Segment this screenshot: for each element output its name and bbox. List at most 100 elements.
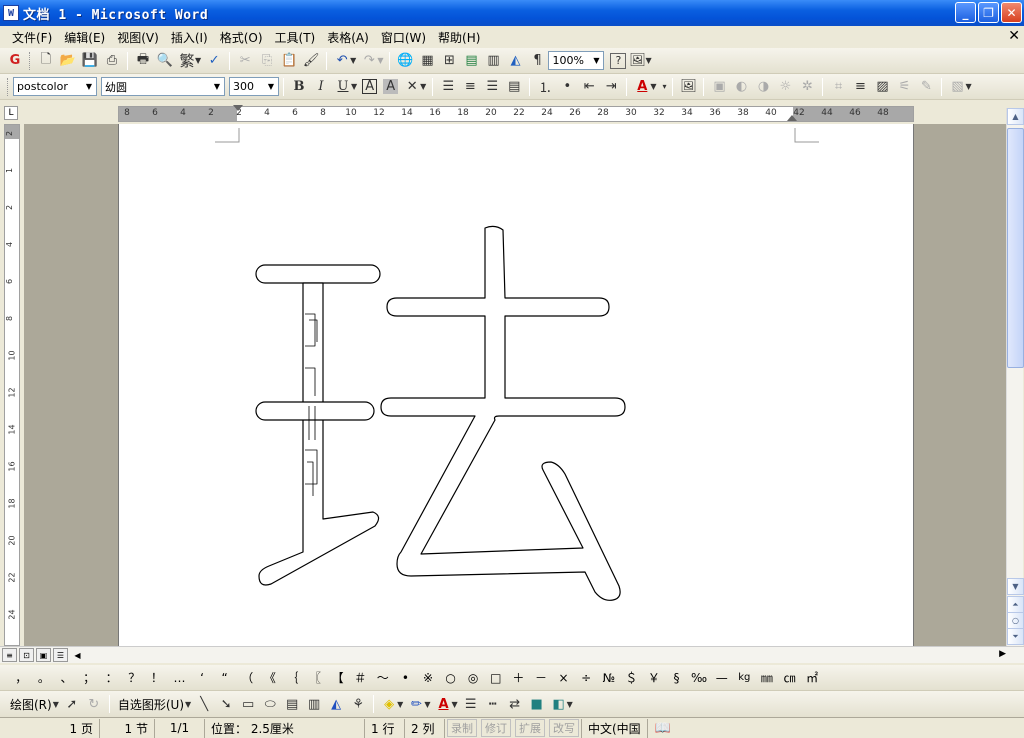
symbol-button[interactable]: № (597, 671, 620, 685)
less-brightness-icon[interactable]: ✲ (796, 76, 818, 98)
bold-button[interactable]: B (288, 76, 310, 98)
minimize-button[interactable]: _ (955, 2, 976, 23)
symbol-button[interactable]: 、 (55, 669, 78, 686)
menu-file[interactable]: 文件(F) (6, 29, 58, 46)
vertical-ruler[interactable]: 2 1 2 4 6 8 10 12 14 16 18 20 22 24 (4, 124, 20, 646)
scroll-left-button[interactable]: ◀ (70, 648, 85, 662)
symbol-button[interactable]: ㎡ (801, 669, 824, 686)
chevron-down-icon[interactable]: ▾ (662, 82, 666, 91)
help-icon[interactable]: ? (610, 52, 627, 69)
chevron-down-icon[interactable]: ▼ (397, 700, 403, 709)
menu-window[interactable]: 窗口(W) (375, 29, 432, 46)
symbol-button[interactable]: ＋ (507, 669, 530, 686)
chevron-down-icon[interactable]: ▼ (210, 78, 224, 95)
line-style-icon[interactable]: ≡ (849, 76, 871, 98)
chevron-down-icon[interactable]: ▼ (264, 78, 278, 95)
rectangle-icon[interactable]: ▭ (237, 693, 259, 715)
align-right-icon[interactable]: ☰ (481, 76, 503, 98)
line-icon[interactable]: ╲ (193, 693, 215, 715)
menu-tools[interactable]: 工具(T) (269, 29, 322, 46)
symbol-button[interactable]: — (710, 671, 733, 685)
vertical-text-box-icon[interactable]: ▥ (303, 693, 325, 715)
spelling-status-icon[interactable]: 📖 (652, 717, 674, 738)
status-track[interactable]: 修订 (481, 719, 511, 737)
align-center-icon[interactable]: ≡ (459, 76, 481, 98)
symbol-button[interactable]: • (394, 671, 417, 685)
symbol-button[interactable]: 【 (326, 669, 349, 686)
more-contrast-icon[interactable]: ◐ (730, 76, 752, 98)
symbol-button[interactable]: ㎜ (756, 669, 779, 686)
arrow-style-icon[interactable]: ⇄ (504, 693, 526, 715)
menu-view[interactable]: 视图(V) (111, 29, 165, 46)
close-document-icon[interactable]: ✕ (1008, 28, 1020, 44)
symbol-button[interactable]: ＄ (620, 669, 643, 686)
format-picture-icon[interactable]: ✎ (915, 76, 937, 98)
scroll-down-button[interactable]: ▼ (1007, 578, 1024, 595)
symbol-button[interactable]: ‘ (191, 671, 214, 685)
wps-logo-icon[interactable]: G (4, 50, 26, 72)
scroll-up-button[interactable]: ▲ (1007, 108, 1024, 125)
char-shading-button[interactable]: A (383, 79, 399, 94)
symbol-button[interactable]: ○ (439, 671, 462, 685)
status-overtype[interactable]: 改写 (549, 719, 579, 737)
document-page[interactable]: 珐 (118, 124, 914, 646)
hyperlink-icon[interactable]: 🌐 (394, 50, 416, 72)
symbol-button[interactable]: ㎝ (778, 669, 801, 686)
wordart-icon[interactable]: ◭ (325, 693, 347, 715)
outline-view-button[interactable]: ☰ (53, 648, 68, 662)
symbol-button[interactable]: ； (78, 669, 101, 686)
print-view-button[interactable]: ▣ (36, 648, 51, 662)
menu-insert[interactable]: 插入(I) (165, 29, 214, 46)
chevron-down-icon[interactable]: ▼ (451, 700, 457, 709)
increase-indent-icon[interactable]: ⇥ (600, 76, 622, 98)
line-style-icon[interactable]: ☰ (460, 693, 482, 715)
symbol-button[interactable]: … (168, 671, 191, 685)
chevron-down-icon[interactable]: ▼ (350, 56, 356, 65)
show-hide-icon[interactable]: ¶ (526, 50, 548, 72)
select-browse-object-button[interactable]: ○ (1007, 612, 1024, 629)
symbol-button[interactable]: ◎ (462, 671, 485, 685)
font-size-select[interactable]: 300 ▼ (229, 77, 279, 96)
less-contrast-icon[interactable]: ◑ (752, 76, 774, 98)
chevron-down-icon[interactable]: ▼ (377, 56, 383, 65)
spelling-icon[interactable]: ✓ (203, 50, 225, 72)
font-select[interactable]: 幼圆 ▼ (101, 77, 225, 96)
symbol-button[interactable]: 《 (259, 669, 282, 686)
scroll-right-button[interactable]: ▶ (999, 649, 1006, 659)
menu-table[interactable]: 表格(A) (321, 29, 375, 46)
decrease-indent-icon[interactable]: ⇤ (578, 76, 600, 98)
symbol-button[interactable]: × (552, 671, 575, 685)
chevron-down-icon[interactable]: ▼ (965, 82, 971, 91)
numbering-icon[interactable]: ⒈ (534, 76, 556, 98)
symbol-button[interactable]: “ (213, 671, 236, 685)
close-button[interactable]: ✕ (1001, 2, 1022, 23)
horizontal-ruler[interactable]: 8 6 4 2 2 4 6 8 10 12 14 16 18 20 22 24 26 28 30 32 34 36 38 40… (118, 105, 914, 122)
restore-button[interactable]: ❐ (978, 2, 999, 23)
crop-icon[interactable]: ⌗ (827, 76, 849, 98)
chevron-down-icon[interactable]: ▼ (567, 700, 573, 709)
symbol-button[interactable]: ÷ (575, 671, 598, 685)
tab-selector[interactable]: L (4, 106, 18, 120)
symbol-button[interactable]: ： (100, 669, 123, 686)
insert-excel-icon[interactable]: ▤ (460, 50, 482, 72)
web-view-button[interactable]: ⊡ (19, 648, 34, 662)
print-icon[interactable]: 🖶 (132, 50, 154, 72)
cut-icon[interactable]: ✂ (234, 50, 256, 72)
char-border-button[interactable]: A (362, 79, 378, 94)
next-page-button[interactable]: ⏷ (1007, 628, 1024, 645)
normal-view-button[interactable]: ≡ (2, 648, 17, 662)
horizontal-scrollbar[interactable]: ≡ ⊡ ▣ ☰ ◀ ▶ (0, 646, 1024, 663)
menu-edit[interactable]: 编辑(E) (58, 29, 111, 46)
symbol-button[interactable]: ‰ (688, 671, 711, 685)
drawing-icon[interactable]: ◭ (504, 50, 526, 72)
symbol-button[interactable]: ｛ (281, 669, 304, 686)
text-box-icon[interactable]: ▤ (281, 693, 303, 715)
insert-table-icon[interactable]: ⊞ (438, 50, 460, 72)
symbol-button[interactable]: 。 (33, 669, 56, 686)
chevron-down-icon[interactable]: ▼ (645, 56, 651, 65)
draw-menu-button[interactable]: 绘图(R) (6, 696, 56, 713)
chevron-down-icon[interactable]: ▼ (185, 700, 191, 709)
chevron-down-icon[interactable]: ▼ (589, 52, 603, 69)
symbol-button[interactable]: □ (484, 671, 507, 685)
more-brightness-icon[interactable]: ☼ (774, 76, 796, 98)
